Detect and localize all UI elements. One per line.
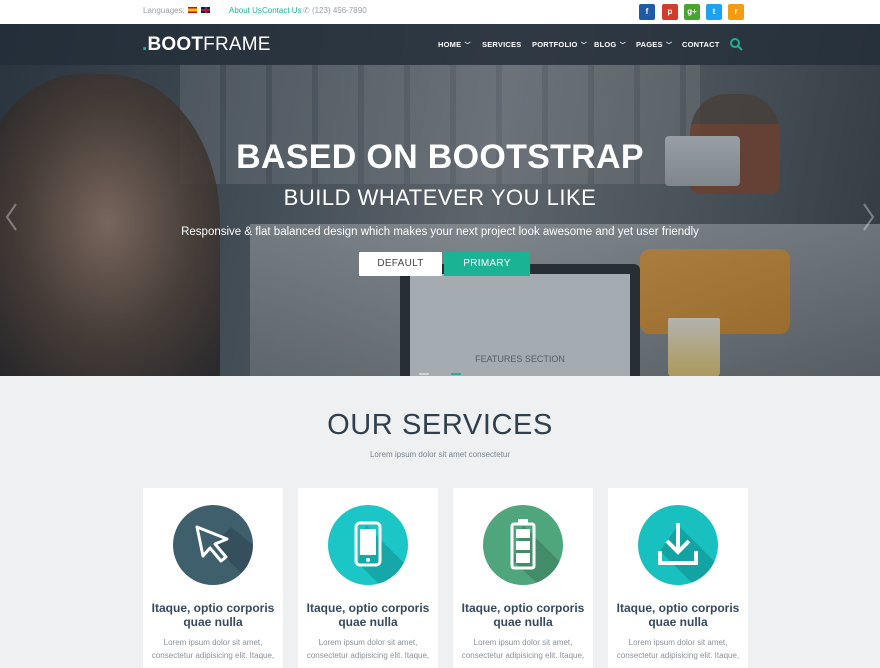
service-card-text: Lorem ipsum dolor sit amet, consectetur a… xyxy=(608,636,748,662)
rss-icon[interactable]: r xyxy=(728,4,744,20)
nav-home-label: HOME xyxy=(438,40,462,49)
title-line: Itaque, optio corporis xyxy=(151,601,275,615)
service-card-text: Lorem ipsum dolor sit amet, consectetur a… xyxy=(453,636,593,662)
service-icon-circle xyxy=(483,505,563,585)
text-line: consectetur adipisicing elit. Itaque, xyxy=(461,651,585,660)
hero-subtitle: BUILD WHATEVER YOU LIKE xyxy=(283,185,597,210)
title-line: quae nulla xyxy=(648,615,708,629)
nav-portfolio-label: PORTFOLIO xyxy=(532,40,578,49)
nav-blog[interactable]: BLOG ﹀ xyxy=(594,40,626,49)
nav-pages[interactable]: PAGES ﹀ xyxy=(636,40,672,49)
text-line: Lorem ipsum dolor sit amet, xyxy=(318,638,418,647)
top-bar: Languages: About Us Contact Us ✆ (123) 4… xyxy=(0,0,880,24)
service-icon-circle xyxy=(173,505,253,585)
text-line: consectetur adipisicing elit. Itaque, xyxy=(616,651,740,660)
text-line: Lorem ipsum dolor sit amet, xyxy=(628,638,728,647)
service-card: Itaque, optio corporis quae nulla Lorem i… xyxy=(143,488,283,668)
service-card-title: Itaque, optio corporis quae nulla xyxy=(143,601,283,629)
download-icon xyxy=(658,523,718,585)
slider-indicator-active[interactable] xyxy=(451,373,461,375)
phone-text: (123) 456-7890 xyxy=(311,6,367,15)
facebook-icon[interactable]: f xyxy=(639,4,655,20)
nav-pages-label: PAGES xyxy=(636,40,663,49)
hero-title: BASED ON BOOTSTRAP xyxy=(236,138,644,176)
services-title: OUR SERVICES xyxy=(327,409,553,441)
service-card: Itaque, optio corporis quae nulla Lorem i… xyxy=(298,488,438,668)
contact-us-link[interactable]: Contact Us xyxy=(262,6,302,15)
chevron-down-icon: ﹀ xyxy=(580,43,588,49)
service-card-text: Lorem ipsum dolor sit amet, consectetur a… xyxy=(298,636,438,662)
text-line: Lorem ipsum dolor sit amet, xyxy=(473,638,573,647)
nav-services[interactable]: SERVICES xyxy=(482,40,521,49)
service-card-title: Itaque, optio corporis quae nulla xyxy=(298,601,438,629)
service-icon-circle xyxy=(328,505,408,585)
languages-label: Languages: xyxy=(143,6,185,15)
spanish-flag-icon[interactable] xyxy=(188,7,197,13)
service-icon-circle xyxy=(638,505,718,585)
service-card-title: Itaque, optio corporis quae nulla xyxy=(608,601,748,629)
nav-home[interactable]: HOME ﹀ xyxy=(438,40,471,49)
text-line: consectetur adipisicing elit. Itaque, xyxy=(151,651,275,660)
search-icon[interactable] xyxy=(729,37,743,51)
slider-indicator[interactable] xyxy=(419,373,429,375)
pinterest-icon[interactable]: p xyxy=(662,4,678,20)
logo-rest: FRAME xyxy=(203,34,271,55)
nav-blog-label: BLOG xyxy=(594,40,617,49)
hero-tagline: Responsive & flat balanced design which … xyxy=(181,226,699,238)
title-line: quae nulla xyxy=(493,615,553,629)
battery-icon xyxy=(510,519,563,585)
primary-button[interactable]: PRIMARY xyxy=(444,252,530,276)
phone-icon xyxy=(354,521,408,585)
hero-slider: FEATURES SECTION .BOOTFRAME HOME ﹀ SERVI… xyxy=(0,24,880,376)
nav-contact[interactable]: CONTACT xyxy=(682,40,720,49)
chevron-down-icon: ﹀ xyxy=(666,43,673,49)
phone-icon: ✆ xyxy=(303,6,312,15)
logo[interactable]: .BOOTFRAME xyxy=(142,34,271,56)
about-us-link[interactable]: About Us xyxy=(229,6,262,15)
chevron-down-icon: ﹀ xyxy=(464,43,471,49)
title-line: quae nulla xyxy=(183,615,243,629)
default-button[interactable]: DEFAULT xyxy=(359,252,442,276)
text-line: consectetur adipisicing elit. Itaque, xyxy=(306,651,430,660)
slider-indicators xyxy=(0,362,880,376)
service-card-text: Lorem ipsum dolor sit amet, consectetur a… xyxy=(143,636,283,662)
nav-contact-label: CONTACT xyxy=(682,40,720,49)
navbar: .BOOTFRAME HOME ﹀ SERVICES PORTFOLIO ﹀ B… xyxy=(0,24,880,65)
cursor-icon xyxy=(195,525,253,585)
nav-services-label: SERVICES xyxy=(482,40,522,49)
chevron-down-icon: ﹀ xyxy=(619,43,626,49)
twitter-icon[interactable]: t xyxy=(706,4,722,20)
logo-bold: BOOT xyxy=(147,34,204,55)
text-line: Lorem ipsum dolor sit amet, xyxy=(163,638,263,647)
service-card: Itaque, optio corporis quae nulla Lorem i… xyxy=(453,488,593,668)
nav-portfolio[interactable]: PORTFOLIO ﹀ xyxy=(532,40,587,49)
title-line: quae nulla xyxy=(338,615,398,629)
service-card: Itaque, optio corporis quae nulla Lorem i… xyxy=(608,488,748,668)
chevron-left-icon[interactable] xyxy=(4,202,18,232)
chevron-right-icon[interactable] xyxy=(862,202,876,232)
title-line: Itaque, optio corporis xyxy=(461,601,585,615)
title-line: Itaque, optio corporis xyxy=(616,601,740,615)
service-card-title: Itaque, optio corporis quae nulla xyxy=(453,601,593,629)
services-subtitle: Lorem ipsum dolor sit amet consectetur xyxy=(369,450,511,459)
phone-number: ✆ (123) 456-7890 xyxy=(303,6,367,15)
english-flag-icon[interactable] xyxy=(201,7,210,13)
google-plus-icon[interactable]: g+ xyxy=(684,4,700,20)
title-line: Itaque, optio corporis xyxy=(306,601,430,615)
